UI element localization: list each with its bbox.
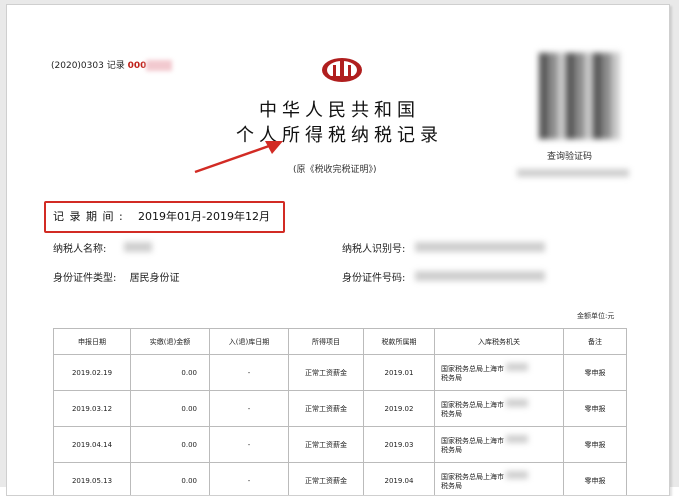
annotation-arrow-icon — [7, 5, 669, 495]
tax-record-document: (2020)0303 记录 000 中华人民共和国 个人所得税纳税记录 (原《税… — [6, 4, 670, 496]
screenshot-frame: (2020)0303 记录 000 中华人民共和国 个人所得税纳税记录 (原《税… — [0, 0, 679, 487]
